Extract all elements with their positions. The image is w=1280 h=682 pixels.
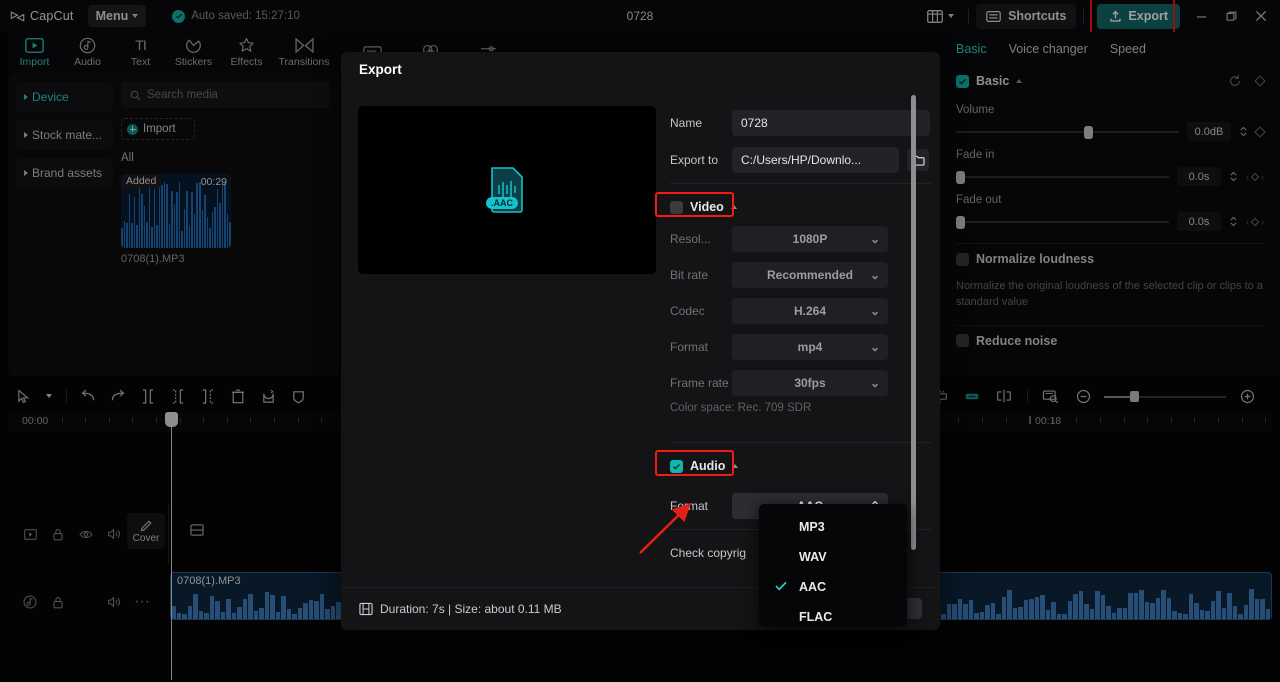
- color-space-text: Color space: Rec. 709 SDR: [670, 402, 812, 414]
- option-label: FLAC: [799, 610, 833, 624]
- resolution-label: Resol...: [670, 232, 711, 246]
- name-input[interactable]: 0728: [732, 110, 930, 136]
- audio-section-header: Audio: [655, 450, 940, 479]
- footer-text: Duration: 7s | Size: about 0.11 MB: [380, 602, 562, 616]
- audio-format-label: Format: [670, 499, 709, 513]
- export-preview: .AAC: [358, 106, 656, 274]
- video-format-label: Format: [670, 340, 709, 354]
- divider: [670, 183, 931, 184]
- resolution-select[interactable]: 1080P ⌄: [732, 226, 888, 252]
- chevron-down-icon: ⌄: [869, 376, 880, 390]
- name-label: Name: [670, 116, 703, 130]
- chevron-down-icon: ⌄: [869, 304, 880, 318]
- chevron-up-icon[interactable]: [730, 205, 737, 209]
- dropdown-option-aac[interactable]: AAC: [759, 572, 907, 602]
- audio-format-dropdown: MP3 WAV AAC FLAC: [759, 504, 907, 626]
- dialog-title: Export: [359, 62, 402, 77]
- aac-file-icon: .AAC: [485, 164, 529, 216]
- resolution-row: Resol... 1080P ⌄: [661, 226, 940, 252]
- dropdown-option-wav[interactable]: WAV: [759, 542, 907, 572]
- chevron-up-icon[interactable]: [732, 464, 739, 468]
- codec-select[interactable]: H.264 ⌄: [732, 298, 888, 324]
- video-fields: Resol... 1080P ⌄ Bit rate Recommended ⌄: [661, 226, 940, 414]
- option-label: MP3: [799, 520, 825, 534]
- framerate-label: Frame rate: [670, 376, 729, 390]
- video-section-header: Video: [655, 192, 940, 220]
- option-label: AAC: [799, 580, 827, 594]
- dialog-preview-pane: .AAC: [341, 87, 661, 587]
- video-format-select[interactable]: mp4 ⌄: [732, 334, 888, 360]
- divider: [670, 442, 931, 443]
- video-checkbox[interactable]: [670, 200, 683, 214]
- dropdown-option-mp3[interactable]: MP3: [759, 512, 907, 542]
- chevron-down-icon: ⌄: [869, 232, 880, 246]
- audio-section-title: Audio: [690, 459, 726, 473]
- resolution-value: 1080P: [792, 232, 828, 246]
- dialog-header: Export: [341, 52, 940, 87]
- capcut-window: CapCut Menu Auto saved: 15:27:10 0728 Sh…: [0, 0, 1280, 682]
- dropdown-option-flac[interactable]: FLAC: [759, 602, 907, 632]
- option-label: WAV: [799, 550, 827, 564]
- bitrate-select[interactable]: Recommended ⌄: [732, 262, 888, 288]
- video-section-title: Video: [690, 200, 724, 214]
- film-icon: [359, 602, 373, 616]
- framerate-select[interactable]: 30fps ⌄: [732, 370, 888, 396]
- name-row: Name 0728: [661, 109, 940, 137]
- svg-text:.AAC: .AAC: [491, 198, 513, 208]
- video-format-value: mp4: [797, 340, 823, 354]
- copyright-label: Check copyrig: [670, 546, 747, 560]
- video-format-row: Format mp4 ⌄: [661, 334, 940, 360]
- export-to-label: Export to: [670, 153, 719, 167]
- check-icon: [775, 580, 787, 594]
- audio-checkbox[interactable]: [670, 459, 683, 473]
- codec-value: H.264: [793, 304, 827, 318]
- framerate-row: Frame rate 30fps ⌄: [661, 370, 940, 396]
- export-path-input[interactable]: C:/Users/HP/Downlo...: [732, 147, 899, 173]
- codec-label: Codec: [670, 304, 705, 318]
- dialog-scrollbar[interactable]: [911, 95, 916, 550]
- framerate-value: 30fps: [794, 376, 826, 390]
- bitrate-label: Bit rate: [670, 268, 709, 282]
- duration-size-text: Duration: 7s | Size: about 0.11 MB: [359, 602, 562, 616]
- chevron-down-icon: ⌄: [869, 340, 880, 354]
- bitrate-value: Recommended: [766, 268, 854, 282]
- export-to-row: Export to C:/Users/HP/Downlo...: [661, 146, 940, 174]
- bitrate-row: Bit rate Recommended ⌄: [661, 262, 940, 288]
- chevron-down-icon: ⌄: [869, 268, 880, 282]
- codec-row: Codec H.264 ⌄: [661, 298, 940, 324]
